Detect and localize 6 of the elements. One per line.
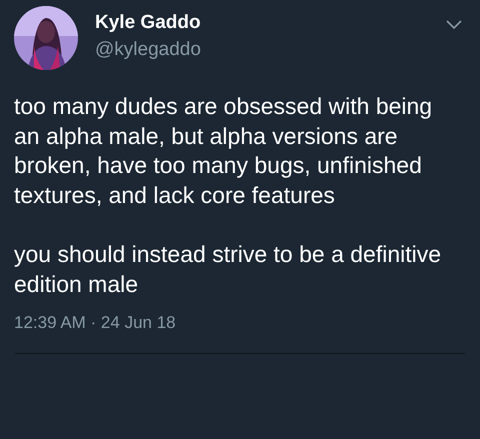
author-name: Kyle Gaddo (95, 12, 201, 34)
author-handle: @kylegaddo (95, 38, 201, 60)
timestamp: 12:39 AM · 24 Jun 18 (14, 313, 177, 333)
tweet-text: you should instead strive to be a definitive edition male (14, 240, 442, 298)
tweet-text: too many dudes are obsessed with being an alpha male, but alpha versions are broken, have too many bugs, unfinished textures, and lack core features (14, 92, 434, 210)
chevron-down-icon[interactable] (446, 20, 462, 30)
